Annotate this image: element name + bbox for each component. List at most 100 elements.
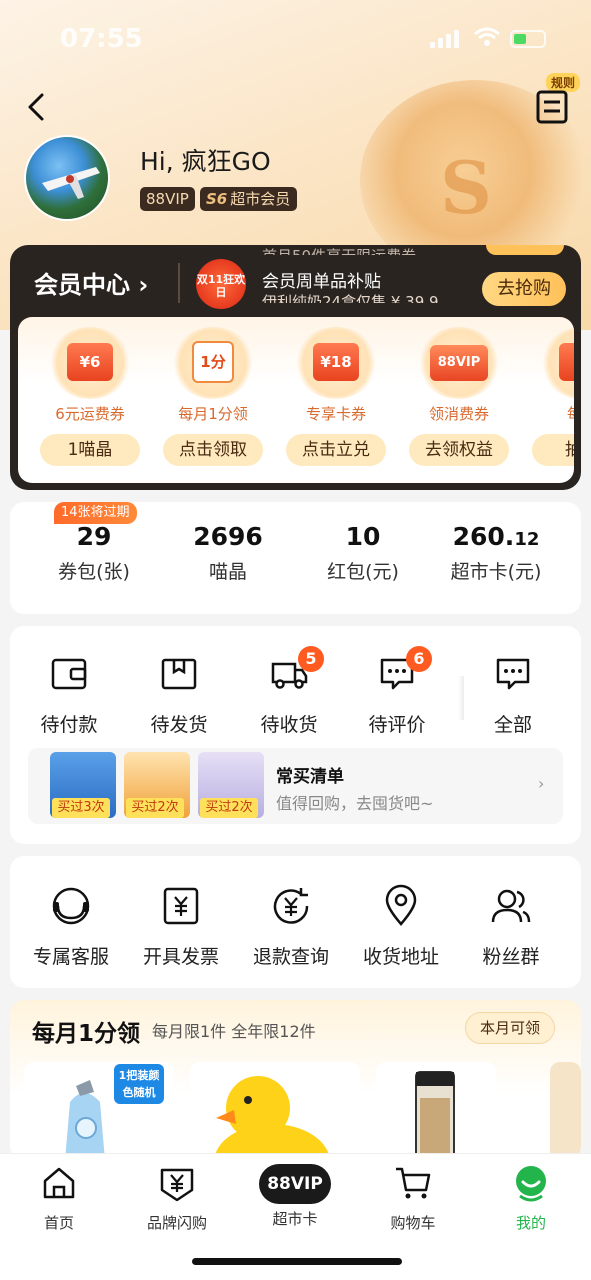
benefit-item-daily[interactable]: 每日 抽超 bbox=[522, 327, 574, 466]
order-pending-shipment[interactable]: 待发货 bbox=[124, 654, 234, 737]
tool-label: 专属客服 bbox=[32, 946, 109, 968]
benefit-item-exclusive-card[interactable]: ¥18 专享卡券 点击立兑 bbox=[276, 327, 396, 466]
tools-section: 专属客服 开具发票 退款查询 收货地址 粉丝群 bbox=[10, 856, 581, 988]
benefit-button[interactable]: 抽超 bbox=[532, 434, 574, 466]
calendar-value: 1分 bbox=[192, 341, 234, 383]
tool-label: 退款查询 bbox=[252, 946, 329, 968]
order-pending-receipt[interactable]: 5 待收货 bbox=[234, 646, 344, 737]
tool-shipping-address[interactable]: 收货地址 bbox=[346, 884, 456, 969]
refund-icon bbox=[273, 888, 309, 924]
claimable-this-month-pill[interactable]: 本月可领 bbox=[465, 1012, 556, 1044]
grab-deal-button[interactable]: 去抢购 bbox=[482, 272, 566, 306]
status-time: 07:55 bbox=[60, 24, 143, 54]
greeting-text: Hi, 疯狂GO bbox=[140, 147, 271, 176]
signal-icon bbox=[430, 30, 464, 48]
tab-label: 我的 bbox=[515, 1214, 546, 1232]
avatar-plane-icon bbox=[42, 167, 100, 199]
envelope-icon bbox=[541, 327, 574, 399]
tool-label: 粉丝群 bbox=[482, 946, 540, 968]
double11-icon: 双11狂欢日 bbox=[196, 259, 246, 309]
promo-title: 会员周单品补贴 bbox=[262, 272, 381, 292]
frequent-title: 常买清单 bbox=[276, 767, 344, 787]
calendar-icon: 1分 bbox=[172, 327, 254, 399]
tab-label: 超市卡 bbox=[272, 1210, 318, 1228]
monthly-penny-section: 每月1分领 每月限1件 全年限12件 本月可领 1把装颜色随机 bbox=[10, 1000, 581, 1160]
benefit-button[interactable]: 1喵晶 bbox=[40, 434, 140, 466]
vip-coupon-icon: 88VIP bbox=[418, 327, 500, 399]
tab-supermarket-card[interactable]: 88VIP 超市卡 bbox=[240, 1164, 350, 1229]
benefit-label: 每日 bbox=[522, 403, 574, 424]
order-pending-review[interactable]: 6 待评价 bbox=[342, 646, 452, 737]
vip-badge[interactable]: 88VIP bbox=[140, 187, 195, 211]
expiring-coupons-tag: 14张将过期 bbox=[54, 502, 137, 524]
product-card-storage-jar[interactable] bbox=[376, 1062, 496, 1160]
back-arrow-icon[interactable] bbox=[22, 90, 52, 124]
tab-cart[interactable]: 购物车 bbox=[358, 1164, 468, 1233]
member-center-card: 会员中心 › 双11狂欢日 首月50件享无限运费券 会员周单品补贴 伊利纯奶24… bbox=[10, 245, 581, 490]
benefit-button[interactable]: 点击立兑 bbox=[286, 434, 386, 466]
profile-icon bbox=[516, 1166, 546, 1202]
stat-supermarket-card[interactable]: 260.12 超市卡(元) bbox=[426, 522, 566, 584]
pending-receipt-count-badge: 5 bbox=[298, 646, 324, 672]
headset-icon bbox=[52, 887, 90, 925]
stat-coupon-wallet[interactable]: 29 券包(张) bbox=[24, 522, 164, 584]
tool-customer-service[interactable]: 专属客服 bbox=[16, 884, 126, 969]
flash-sale-icon bbox=[160, 1168, 194, 1202]
pending-review-count-badge: 6 bbox=[406, 646, 432, 672]
order-all[interactable]: 全部 bbox=[458, 654, 568, 737]
product-card-utility-knife[interactable]: 1把装颜色随机 bbox=[24, 1062, 174, 1160]
group-icon bbox=[491, 889, 531, 923]
benefit-label: 领消费券 bbox=[428, 405, 489, 423]
benefit-item-shipping-coupon[interactable]: ¥6 6元运费券 1喵晶 bbox=[30, 327, 150, 466]
coin-s-symbol: S bbox=[440, 145, 492, 230]
benefit-label: 6元运费券 bbox=[55, 405, 125, 423]
frequent-purchases-banner[interactable]: 买过3次 买过2次 买过2次 常买清单 值得回购，去囤货吧~ › bbox=[28, 748, 563, 824]
order-pending-payment[interactable]: 待付款 bbox=[14, 654, 124, 737]
stat-miaojing[interactable]: 2696 喵晶 bbox=[158, 522, 298, 584]
s6-level: S6 bbox=[206, 190, 228, 208]
tab-mine[interactable]: 我的 bbox=[476, 1164, 586, 1233]
orders-section: 待付款 待发货 5 待收货 6 待评价 全部 买过3次 买过2次 买过2次 常买… bbox=[10, 626, 581, 844]
asset-stats: 14张将过期 29 券包(张) 2696 喵晶 10 红包(元) 260.12 … bbox=[10, 502, 581, 614]
tool-refund-query[interactable]: 退款查询 bbox=[236, 884, 346, 969]
rubber-duck-image bbox=[214, 1076, 330, 1160]
tool-fan-group[interactable]: 粉丝群 bbox=[456, 884, 566, 969]
member-benefits-strip: ¥6 6元运费券 1喵晶 1分 每月1分领 点击领取 ¥18 专享卡券 点击立兑… bbox=[18, 317, 574, 483]
benefit-item-consumption-coupon[interactable]: 88VIP 领消费券 去领权益 bbox=[399, 327, 519, 466]
promo-subtitle: 伊利纯奶24盒仅售 ¥ 39.9 bbox=[262, 293, 439, 303]
product-tag: 1把装颜色随机 bbox=[114, 1064, 164, 1104]
benefit-button[interactable]: 去领权益 bbox=[409, 434, 509, 466]
order-label: 待评价 bbox=[368, 714, 426, 736]
member-center-title[interactable]: 会员中心 › bbox=[34, 265, 148, 300]
home-indicator bbox=[192, 1258, 402, 1265]
benefit-button[interactable]: 点击领取 bbox=[163, 434, 263, 466]
purchase-count-tag: 买过2次 bbox=[200, 798, 258, 818]
product-card-rubber-duck[interactable] bbox=[190, 1062, 360, 1160]
tab-home[interactable]: 首页 bbox=[4, 1164, 114, 1233]
order-label: 待收货 bbox=[260, 714, 318, 736]
storage-jar-image bbox=[415, 1071, 455, 1160]
stat-red-packet[interactable]: 10 红包(元) bbox=[293, 522, 433, 584]
location-icon bbox=[385, 884, 417, 926]
chevron-right-icon: › bbox=[538, 774, 545, 793]
benefit-item-monthly-penny[interactable]: 1分 每月1分领 点击领取 bbox=[153, 327, 273, 466]
battery-icon bbox=[510, 30, 546, 48]
envelope-shape bbox=[559, 343, 574, 381]
order-label: 待付款 bbox=[40, 714, 98, 736]
tool-label: 开具发票 bbox=[142, 946, 219, 968]
supermarket-member-badge[interactable]: S6 超市会员 bbox=[200, 187, 298, 211]
stat-value: 2696 bbox=[193, 522, 263, 551]
vip-coupon-value: 88VIP bbox=[430, 345, 488, 381]
avatar[interactable] bbox=[24, 135, 110, 221]
frequent-thumb: 买过2次 bbox=[124, 752, 190, 818]
product-card-cookie[interactable] bbox=[550, 1062, 581, 1160]
stat-label: 券包(张) bbox=[58, 561, 130, 583]
home-icon bbox=[43, 1167, 75, 1199]
tab-brand-flash-sale[interactable]: 品牌闪购 bbox=[122, 1164, 232, 1233]
coupon-value: ¥6 bbox=[67, 343, 113, 381]
tool-invoice[interactable]: 开具发票 bbox=[126, 884, 236, 969]
purchase-count-tag: 买过2次 bbox=[126, 798, 184, 818]
rules-clipboard-icon[interactable] bbox=[530, 80, 580, 126]
frequent-thumb: 买过2次 bbox=[198, 752, 264, 818]
status-bar: 07:55 bbox=[0, 0, 591, 80]
